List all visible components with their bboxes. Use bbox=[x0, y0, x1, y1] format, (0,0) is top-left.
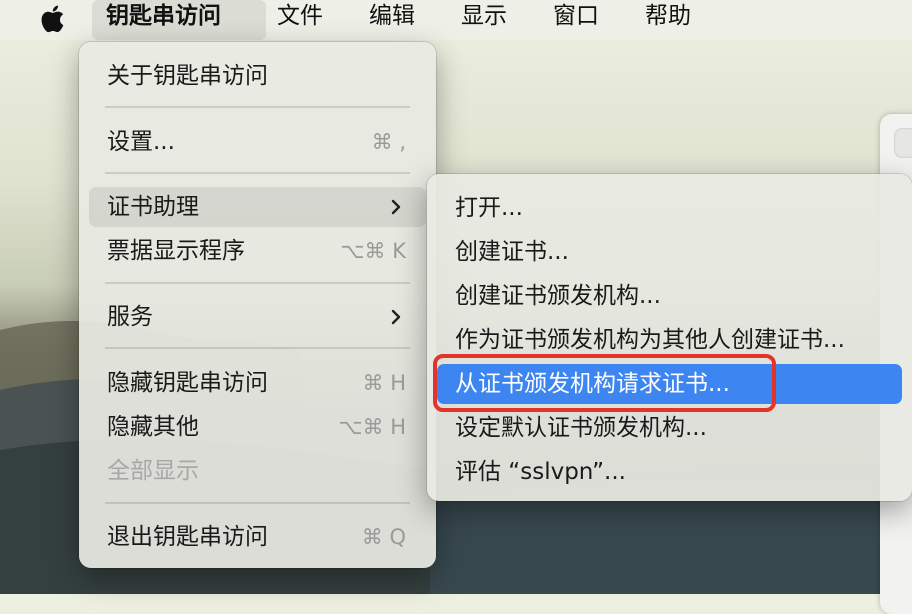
hide-app-shortcut: ⌘ H bbox=[362, 371, 406, 395]
submenu-item-label: 评估 “sslvpn”... bbox=[455, 459, 626, 485]
ticket-viewer-label: 票据显示程序 bbox=[107, 238, 245, 264]
hide-others-shortcut: ⌥⌘ H bbox=[338, 415, 406, 439]
hide-app-label: 隐藏钥匙串访问 bbox=[107, 370, 268, 396]
ticket-viewer-menu-item[interactable]: 票据显示程序 ⌥⌘ K bbox=[89, 231, 426, 271]
about-label: 关于钥匙串访问 bbox=[107, 63, 268, 89]
submenu-item-label: 作为证书颁发机构为其他人创建证书... bbox=[455, 327, 845, 353]
window-control[interactable] bbox=[894, 128, 912, 158]
settings-menu-item[interactable]: 设置... ⌘ , bbox=[89, 122, 426, 162]
submenu-set-default-ca[interactable]: 设定默认证书颁发机构... bbox=[437, 408, 902, 448]
certificate-assistant-submenu: 打开... 创建证书... 创建证书颁发机构... 作为证书颁发机构为其他人创建… bbox=[427, 174, 912, 501]
submenu-create-ca[interactable]: 创建证书颁发机构... bbox=[437, 276, 902, 316]
menu-edit[interactable]: 编辑 bbox=[355, 0, 429, 40]
ticket-viewer-shortcut: ⌥⌘ K bbox=[340, 239, 406, 263]
quit-shortcut: ⌘ Q bbox=[361, 525, 406, 549]
menu-file[interactable]: 文件 bbox=[263, 0, 337, 40]
show-all-label: 全部显示 bbox=[107, 458, 199, 484]
services-label: 服务 bbox=[107, 304, 153, 330]
annotation-highlight-box bbox=[433, 354, 776, 412]
separator bbox=[105, 502, 410, 504]
menu-bar: 钥匙串访问 文件 编辑 显示 窗口 帮助 bbox=[0, 0, 912, 40]
submenu-item-label: 打开... bbox=[455, 195, 523, 221]
menu-window[interactable]: 窗口 bbox=[539, 0, 613, 40]
chevron-right-icon bbox=[391, 199, 401, 215]
hide-others-label: 隐藏其他 bbox=[107, 414, 199, 440]
about-menu-item[interactable]: 关于钥匙串访问 bbox=[89, 56, 426, 96]
hide-app-menu-item[interactable]: 隐藏钥匙串访问 ⌘ H bbox=[89, 363, 426, 403]
keychain-access-menu: 关于钥匙串访问 设置... ⌘ , 证书助理 票据显示程序 ⌥⌘ K 服务 隐藏… bbox=[79, 42, 436, 568]
menu-keychain-access[interactable]: 钥匙串访问 bbox=[92, 0, 266, 40]
separator bbox=[105, 347, 410, 349]
settings-shortcut: ⌘ , bbox=[371, 130, 406, 154]
menu-view[interactable]: 显示 bbox=[447, 0, 521, 40]
certificate-assistant-menu-item[interactable]: 证书助理 bbox=[89, 187, 426, 227]
separator bbox=[105, 282, 410, 284]
submenu-create-certificate[interactable]: 创建证书... bbox=[437, 232, 902, 272]
separator bbox=[105, 172, 410, 174]
quit-label: 退出钥匙串访问 bbox=[107, 524, 268, 550]
separator bbox=[105, 106, 410, 108]
hide-others-menu-item[interactable]: 隐藏其他 ⌥⌘ H bbox=[89, 407, 426, 447]
submenu-evaluate-sslvpn[interactable]: 评估 “sslvpn”... bbox=[437, 452, 902, 492]
settings-label: 设置... bbox=[107, 129, 175, 155]
services-menu-item[interactable]: 服务 bbox=[89, 297, 426, 337]
show-all-menu-item: 全部显示 bbox=[89, 451, 426, 491]
quit-menu-item[interactable]: 退出钥匙串访问 ⌘ Q bbox=[89, 517, 426, 557]
submenu-item-label: 创建证书颁发机构... bbox=[455, 283, 661, 309]
submenu-item-label: 创建证书... bbox=[455, 239, 569, 265]
apple-logo-icon[interactable] bbox=[38, 2, 70, 36]
menu-help[interactable]: 帮助 bbox=[631, 0, 705, 40]
chevron-right-icon bbox=[391, 309, 401, 325]
certificate-assistant-label: 证书助理 bbox=[107, 194, 199, 220]
submenu-item-label: 设定默认证书颁发机构... bbox=[455, 415, 707, 441]
submenu-open[interactable]: 打开... bbox=[437, 188, 902, 228]
